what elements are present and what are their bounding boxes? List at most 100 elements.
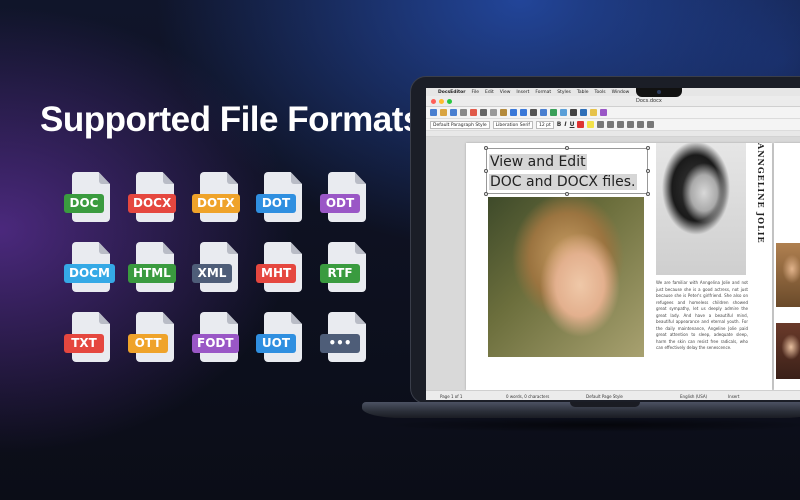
file-format-icon: DOCX bbox=[124, 170, 188, 240]
file-format-icon: RTF bbox=[316, 240, 380, 310]
insert-image-icon[interactable] bbox=[550, 109, 557, 116]
status-words: 0 words, 0 characters bbox=[506, 394, 550, 399]
find-icon[interactable] bbox=[530, 109, 537, 116]
format-label: XML bbox=[192, 264, 232, 283]
text-line-1[interactable]: View and Edit bbox=[489, 154, 587, 170]
insert-table-icon[interactable] bbox=[540, 109, 547, 116]
status-page-style: Default Page Style bbox=[586, 394, 623, 399]
align-center-icon[interactable] bbox=[607, 121, 615, 128]
camera-icon bbox=[657, 90, 661, 94]
file-format-icon: XML bbox=[188, 240, 252, 310]
menu-file[interactable]: File bbox=[471, 90, 479, 95]
menu-styles[interactable]: Styles bbox=[557, 90, 571, 95]
resize-handle[interactable] bbox=[484, 192, 488, 196]
next-page[interactable] bbox=[774, 143, 800, 390]
file-format-icon: DOT bbox=[252, 170, 316, 240]
portrait-photo[interactable] bbox=[488, 197, 644, 357]
status-page: Page 1 of 1 bbox=[440, 394, 463, 399]
resize-handle[interactable] bbox=[646, 146, 650, 150]
special-character-icon[interactable] bbox=[570, 109, 577, 116]
paste-icon[interactable] bbox=[500, 109, 507, 116]
menu-window[interactable]: Window bbox=[612, 90, 630, 95]
font-size-select[interactable]: 12 pt bbox=[536, 120, 554, 129]
justify-icon[interactable] bbox=[627, 121, 635, 128]
italic-icon[interactable]: I bbox=[564, 121, 566, 128]
cut-icon[interactable] bbox=[480, 109, 487, 116]
format-label: MHT bbox=[256, 264, 297, 283]
numbered-list-icon[interactable] bbox=[647, 121, 655, 128]
resize-handle[interactable] bbox=[646, 169, 650, 173]
menu-app-name[interactable]: DocsEditor bbox=[438, 90, 465, 95]
font-name-select[interactable]: Liberation Serif bbox=[492, 120, 534, 129]
format-label: RTF bbox=[320, 264, 360, 283]
zoom-icon[interactable] bbox=[447, 99, 452, 104]
file-format-icon: ODT bbox=[316, 170, 380, 240]
font-color-icon[interactable] bbox=[577, 121, 585, 128]
file-format-icon: ••• bbox=[316, 310, 380, 380]
article-text[interactable]: We are familiar with Anngelina Jolie and… bbox=[656, 280, 748, 352]
bw-portrait-photo[interactable] bbox=[656, 143, 746, 275]
text-frame[interactable]: View and Edit DOC and DOCX files. bbox=[484, 146, 650, 196]
menu-edit[interactable]: Edit bbox=[485, 90, 494, 95]
close-icon[interactable] bbox=[431, 99, 436, 104]
export-pdf-icon[interactable] bbox=[470, 109, 477, 116]
resize-handle[interactable] bbox=[484, 146, 488, 150]
format-label: FODT bbox=[192, 334, 239, 353]
menu-tools[interactable]: Tools bbox=[595, 90, 606, 95]
resize-handle[interactable] bbox=[646, 192, 650, 196]
document-page[interactable]: View and Edit DOC and DOCX files. ANNGEL… bbox=[466, 143, 772, 390]
format-label: UOT bbox=[256, 334, 296, 353]
format-label: DOC bbox=[64, 194, 104, 213]
shapes-icon[interactable] bbox=[600, 109, 607, 116]
file-format-icon: MHT bbox=[252, 240, 316, 310]
status-mode: Insert bbox=[728, 394, 740, 399]
status-bar: Page 1 of 1 0 words, 0 characters Defaul… bbox=[426, 390, 800, 400]
menu-insert[interactable]: Insert bbox=[516, 90, 529, 95]
window-controls bbox=[431, 99, 452, 104]
minimize-icon[interactable] bbox=[439, 99, 444, 104]
resize-handle[interactable] bbox=[484, 169, 488, 173]
underline-icon[interactable]: U bbox=[570, 121, 575, 128]
format-label: ••• bbox=[320, 334, 360, 353]
copy-icon[interactable] bbox=[490, 109, 497, 116]
undo-icon[interactable] bbox=[510, 109, 517, 116]
window-title: Docs.docx bbox=[636, 98, 662, 104]
main-toolbar bbox=[426, 107, 800, 119]
text-line-2[interactable]: DOC and DOCX files. bbox=[489, 174, 637, 190]
page2-photo-2[interactable] bbox=[776, 323, 800, 379]
menu-bar: DocsEditor File Edit View Insert Format … bbox=[426, 88, 800, 96]
bullet-list-icon[interactable] bbox=[637, 121, 645, 128]
vertical-heading[interactable]: ANNGELINE JOLIE bbox=[752, 143, 766, 275]
laptop-screen: DocsEditor File Edit View Insert Format … bbox=[426, 88, 800, 400]
resize-handle[interactable] bbox=[565, 146, 569, 150]
page2-photo-1[interactable] bbox=[776, 243, 800, 307]
resize-handle[interactable] bbox=[565, 192, 569, 196]
save-icon[interactable] bbox=[450, 109, 457, 116]
new-document-icon[interactable] bbox=[430, 109, 437, 116]
redo-icon[interactable] bbox=[520, 109, 527, 116]
file-format-icon: DOC bbox=[60, 170, 124, 240]
bold-icon[interactable]: B bbox=[557, 121, 562, 128]
formatting-toolbar: Default Paragraph Style Liberation Serif… bbox=[426, 119, 800, 131]
file-format-icon: UOT bbox=[252, 310, 316, 380]
title-bar: Docs.docx bbox=[426, 96, 800, 107]
file-format-icon: OTT bbox=[124, 310, 188, 380]
align-left-icon[interactable] bbox=[597, 121, 605, 128]
print-icon[interactable] bbox=[460, 109, 467, 116]
menu-view[interactable]: View bbox=[500, 90, 511, 95]
camera-notch bbox=[636, 88, 682, 97]
comment-icon[interactable] bbox=[590, 109, 597, 116]
hyperlink-icon[interactable] bbox=[580, 109, 587, 116]
menu-table[interactable]: Table bbox=[577, 90, 589, 95]
format-label: DOCX bbox=[128, 194, 177, 213]
open-folder-icon[interactable] bbox=[440, 109, 447, 116]
laptop-shadow bbox=[380, 418, 800, 432]
insert-chart-icon[interactable] bbox=[560, 109, 567, 116]
paragraph-style-select[interactable]: Default Paragraph Style bbox=[430, 120, 490, 129]
format-grid: DOC DOCX DOTX DOT ODT DOCM HTML XML MHT RTF TXT OTT… bbox=[60, 170, 380, 380]
highlight-icon[interactable] bbox=[587, 121, 595, 128]
format-label: HTML bbox=[128, 264, 176, 283]
format-label: DOTX bbox=[192, 194, 240, 213]
align-right-icon[interactable] bbox=[617, 121, 625, 128]
menu-format[interactable]: Format bbox=[535, 90, 551, 95]
